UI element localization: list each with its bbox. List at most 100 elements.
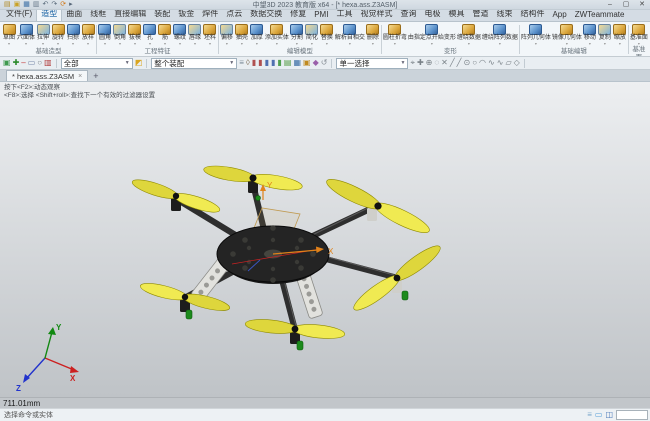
filter-ellipse-icon[interactable]: ○: [472, 58, 477, 68]
redo-icon[interactable]: ↷: [51, 1, 57, 9]
ribbon-item[interactable]: 移动▾: [583, 23, 597, 46]
minimize-button[interactable]: –: [602, 0, 618, 9]
tab-piping[interactable]: 管道: [468, 10, 492, 21]
ribbon-item[interactable]: 旋转▾: [51, 23, 65, 46]
tab-electrode[interactable]: 电极: [420, 10, 444, 21]
ribbon-item[interactable]: 分割▾: [290, 23, 304, 46]
filter-shape-icon[interactable]: ◇: [514, 58, 520, 68]
filter-spline-icon[interactable]: ∿: [497, 58, 504, 68]
layer-manager-icon[interactable]: ≡: [587, 410, 592, 420]
tab-visual-style[interactable]: 视觉样式: [356, 10, 396, 21]
new-file-icon[interactable]: ▤: [4, 1, 11, 9]
filter-curve-icon[interactable]: ∿: [488, 58, 495, 68]
tab-surface[interactable]: 曲面: [62, 10, 86, 21]
ribbon-item[interactable]: 缠绕阵列数据▾: [482, 23, 518, 46]
ribbon-item[interactable]: 解析自相交▾: [335, 23, 365, 46]
ribbon-item[interactable]: 缠绕数据▾: [457, 23, 481, 46]
tab-inquire[interactable]: 查询: [396, 10, 420, 21]
ribbon-item[interactable]: 坯料▾: [203, 23, 217, 46]
filter-point-icon[interactable]: ⌖: [410, 58, 415, 68]
ribbon-item[interactable]: 孔▾: [143, 23, 157, 46]
assembly-scope-combo[interactable]: 整个装配▼: [151, 58, 237, 69]
view-settings-icon[interactable]: ◫: [605, 410, 613, 420]
refresh-filter-icon[interactable]: ↺: [321, 58, 328, 68]
tab-wireframe[interactable]: 线框: [86, 10, 110, 21]
show-entity-icon[interactable]: ▣: [3, 58, 11, 68]
layer-combo[interactable]: [616, 410, 648, 420]
scope-folder-icon[interactable]: ◩: [135, 58, 143, 68]
ribbon-item[interactable]: 圆角▾: [98, 23, 112, 46]
state-bar-1-icon[interactable]: ▮: [252, 58, 256, 68]
ribbon-item[interactable]: 六面体▾: [17, 23, 35, 46]
ribbon-item[interactable]: 螺纹▾: [173, 23, 187, 46]
filter-scope-combo[interactable]: 全部▼: [61, 58, 133, 69]
ribbon-item[interactable]: 拔模▾: [128, 23, 142, 46]
regen-icon[interactable]: ⟳: [60, 1, 66, 9]
document-tab-active[interactable]: * hexa.ass.Z3ASM ×: [6, 70, 88, 81]
tab-zwteammate[interactable]: ZWTeammate: [571, 10, 629, 21]
open-file-icon[interactable]: ▣: [14, 1, 21, 9]
tab-harness[interactable]: 线束: [492, 10, 516, 21]
state-bar-5-icon[interactable]: ▮: [278, 58, 282, 68]
tab-sheet-metal[interactable]: 钣金: [174, 10, 198, 21]
close-tab-icon[interactable]: ×: [78, 73, 82, 80]
ribbon-item[interactable]: 拉伸▾: [36, 23, 50, 46]
diamond-tool-icon[interactable]: ◆: [313, 58, 319, 68]
undo-icon[interactable]: ↶: [43, 1, 49, 9]
ribbon-item[interactable]: 偏移▾: [220, 23, 234, 46]
swatch-blue-icon[interactable]: ▦: [293, 58, 301, 68]
ribbon-item[interactable]: 由指定点开始变形▾: [408, 23, 456, 46]
maximize-button[interactable]: ▢: [618, 0, 634, 9]
ribbon-item[interactable]: 倒角▾: [113, 23, 127, 46]
ribbon-item[interactable]: 加厚▾: [250, 23, 264, 46]
ribbon-item[interactable]: 添加实体▾: [265, 23, 289, 46]
ribbon-item[interactable]: 阵列几何体▾: [521, 23, 551, 46]
state-bar-3-icon[interactable]: ▮: [265, 58, 269, 68]
chart-bars-icon[interactable]: ▥: [44, 58, 52, 68]
display-mode-icon[interactable]: ▭: [595, 410, 603, 420]
ribbon-item[interactable]: 基准面▾: [630, 23, 648, 46]
tab-pmi[interactable]: PMI: [310, 10, 332, 21]
filter-face-icon[interactable]: ▱: [505, 58, 511, 68]
state-bar-2-icon[interactable]: ▮: [258, 58, 262, 68]
filter-endpoint-icon[interactable]: ✚: [417, 58, 424, 68]
filter-arc-icon[interactable]: ◠: [479, 58, 486, 68]
ribbon-item[interactable]: 镜像几何体▾: [552, 23, 582, 46]
add-entity-icon[interactable]: ✚: [13, 58, 20, 68]
list-view-icon[interactable]: ≡: [239, 58, 244, 68]
tab-app[interactable]: App: [548, 10, 570, 21]
swatch-green-icon[interactable]: ▤: [284, 58, 292, 68]
anchor-constraint-icon[interactable]: ◊: [246, 58, 250, 68]
ribbon-item[interactable]: 替换▾: [320, 23, 334, 46]
tab-shape[interactable]: 造型: [36, 10, 62, 21]
filter-circle-icon[interactable]: ⊙: [464, 58, 471, 68]
tab-structure[interactable]: 结构件: [516, 10, 548, 21]
tab-tools[interactable]: 工具: [332, 10, 356, 21]
tab-weldment[interactable]: 焊件: [198, 10, 222, 21]
ribbon-item[interactable]: 放样▾: [81, 23, 95, 46]
ribbon-item[interactable]: 唇缘▾: [188, 23, 202, 46]
ribbon-item[interactable]: 缩放▾: [613, 23, 627, 46]
tab-mold[interactable]: 模具: [444, 10, 468, 21]
filter-intersection-icon[interactable]: ✕: [441, 58, 448, 68]
state-bar-4-icon[interactable]: ▮: [271, 58, 275, 68]
tab-assembly[interactable]: 装配: [150, 10, 174, 21]
pick-mode-combo[interactable]: 单一选择▼: [336, 58, 408, 69]
ribbon-item[interactable]: 抽壳▾: [235, 23, 249, 46]
tab-point-cloud[interactable]: 点云: [222, 10, 246, 21]
print-icon[interactable]: ▥: [33, 1, 40, 9]
tab-repair[interactable]: 修复: [286, 10, 310, 21]
ribbon-item[interactable]: 圆柱折弯▾: [383, 23, 407, 46]
ribbon-item[interactable]: 筋▾: [158, 23, 172, 46]
swatch-gold-icon[interactable]: ▣: [303, 58, 311, 68]
filter-edge-icon[interactable]: ╱: [457, 58, 462, 68]
close-button[interactable]: ✕: [634, 0, 650, 9]
tab-file[interactable]: 文件(F): [2, 10, 36, 21]
filter-center-icon[interactable]: ◌: [434, 58, 439, 68]
add-tab-button[interactable]: +: [88, 71, 103, 81]
ring-select-icon[interactable]: ○: [37, 58, 42, 68]
ribbon-item[interactable]: 复制▾: [598, 23, 612, 46]
filter-midpoint-icon[interactable]: ⊕: [426, 58, 433, 68]
more-icon[interactable]: ▸: [69, 1, 73, 9]
save-icon[interactable]: ▦: [23, 1, 30, 9]
